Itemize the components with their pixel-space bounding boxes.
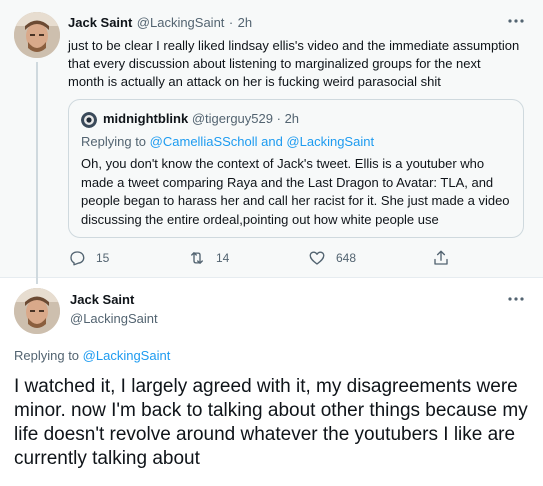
parent-tweet[interactable]: Jack Saint @LackingSaint · 2h just to be… xyxy=(0,0,543,284)
quote-author-name: midnightblink xyxy=(103,111,189,126)
share-button[interactable] xyxy=(432,248,450,268)
tweet-actions: 15 14 648 xyxy=(68,248,448,268)
separator-dot: · xyxy=(228,15,234,30)
replying-to: Replying to @LackingSaint xyxy=(14,348,170,363)
tweet-header: Jack Saint @LackingSaint · 2h xyxy=(68,14,252,32)
author-name[interactable]: Jack Saint xyxy=(68,15,132,30)
like-count: 648 xyxy=(336,251,357,265)
quoted-tweet[interactable]: midnightblink @tigerguy529 · 2h Replying… xyxy=(68,99,524,238)
avatar[interactable] xyxy=(14,288,60,334)
avatar[interactable] xyxy=(14,12,60,58)
quote-text: Oh, you don't know the context of Jack's… xyxy=(81,156,510,227)
quote-author-handle: @tigerguy529 xyxy=(191,111,273,126)
retweet-count: 14 xyxy=(216,251,230,265)
tweet-text: just to be clear I really liked lindsay … xyxy=(68,38,520,89)
quote-timestamp: 2h xyxy=(284,111,300,126)
reply-button[interactable]: 15 xyxy=(68,248,109,268)
retweet-icon xyxy=(188,249,206,267)
separator-dot: · xyxy=(276,111,281,126)
more-horizontal-icon[interactable] xyxy=(506,292,526,306)
author-name[interactable]: Jack Saint xyxy=(70,292,134,307)
reply-icon xyxy=(68,249,86,267)
replying-label: Replying to xyxy=(14,348,80,363)
replying-handle-link[interactable]: @LackingSaint xyxy=(83,348,171,363)
like-button[interactable]: 648 xyxy=(308,248,356,268)
tweet-text: I watched it, I largely agreed with it, … xyxy=(14,376,528,469)
replying-label: Replying to xyxy=(81,134,147,149)
share-icon xyxy=(432,249,450,267)
reply-count: 15 xyxy=(96,251,110,265)
author-handle[interactable]: @LackingSaint xyxy=(70,311,158,326)
tweet-timestamp[interactable]: 2h xyxy=(238,15,252,30)
quote-replying-to: Replying to @CamelliaSScholl and @Lackin… xyxy=(81,134,374,149)
retweet-button[interactable]: 14 xyxy=(188,248,229,268)
thread-connector-line xyxy=(36,62,38,284)
author-handle[interactable]: @LackingSaint xyxy=(137,15,225,30)
replying-handles-link[interactable]: @CamelliaSScholl and @LackingSaint xyxy=(150,134,374,149)
quote-avatar xyxy=(81,112,97,128)
more-horizontal-icon[interactable] xyxy=(506,14,526,28)
heart-icon xyxy=(308,249,326,267)
quote-header: midnightblink @tigerguy529 · 2h xyxy=(103,111,299,126)
